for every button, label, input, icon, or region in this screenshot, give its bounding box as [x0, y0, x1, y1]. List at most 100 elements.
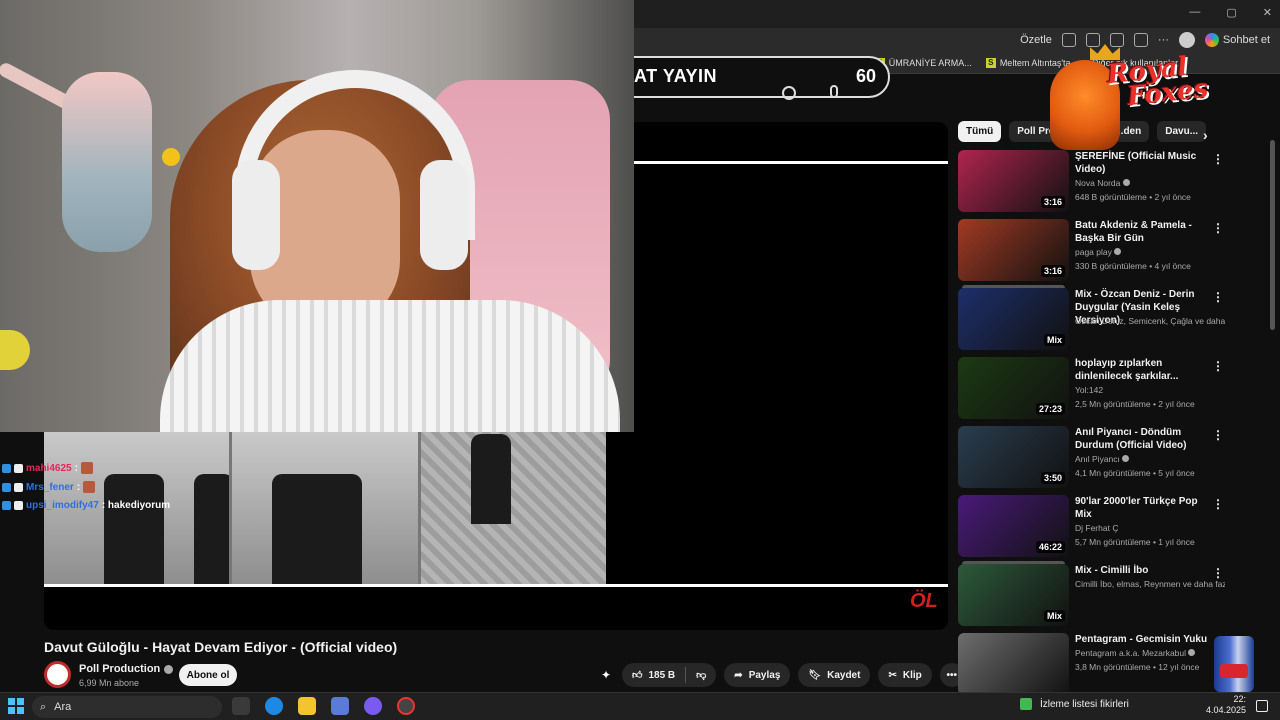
webcam-overlay [0, 0, 634, 432]
like-dislike-group: 👍︎ 185 B 👎︎ [622, 663, 717, 687]
video-thumbnail[interactable]: 46:22 [958, 495, 1069, 557]
recommendation-channel[interactable]: Anıl Piyancı [1075, 454, 1225, 464]
kebab-menu-icon[interactable]: ⋮ [1212, 152, 1224, 166]
recommendation-channel[interactable]: Pentagram a.k.a. Mezarkabul [1075, 648, 1225, 658]
video-thumbnail[interactable]: 3:16 [958, 150, 1069, 212]
recommendation-meta: 2,5 Mn görüntüleme • 2 yıl önce [1075, 399, 1195, 409]
filter-chip[interactable]: Davu... [1157, 121, 1207, 142]
tray-label[interactable]: İzleme listesi fikirleri [1040, 699, 1129, 710]
video-thumbnail[interactable] [958, 633, 1069, 695]
more-menu-icon[interactable]: ··· [1158, 34, 1169, 46]
edge-icon[interactable] [265, 697, 283, 715]
verified-icon [164, 664, 174, 674]
recommendation-item[interactable]: Mix Mix - Özcan Deniz - Derin Duygular (Y… [958, 285, 1228, 352]
video-thumbnail[interactable]: Mix [958, 564, 1069, 626]
recommendation-item[interactable]: 27:23 hoplayıp zıplarken dinlenilecek şar… [958, 357, 1228, 421]
window-controls: — ▢ ✕ [1189, 6, 1272, 19]
system-tray: İzleme listesi fikirleri [1020, 698, 1129, 710]
subscribe-button[interactable]: Abone ol [179, 664, 237, 686]
recommendation-channel[interactable]: Cimilli İbo, elmas, Reynmen ve daha fazl… [1075, 579, 1225, 589]
recommendation-channel[interactable]: Dj Ferhat Ç [1075, 523, 1225, 533]
video-thumbnail[interactable]: 3:16 [958, 219, 1069, 281]
clip-button[interactable]: ✂ Klip [878, 663, 932, 687]
recommendation-title[interactable]: Mix - Cimilli İbo [1075, 564, 1215, 577]
channel-name-text[interactable]: Poll Production [79, 663, 160, 675]
kebab-menu-icon[interactable]: ⋮ [1212, 566, 1224, 580]
tab-icon[interactable] [1061, 33, 1076, 47]
channel-avatar[interactable] [44, 661, 71, 688]
search-query[interactable]: AT YAYIN [634, 66, 717, 87]
recommendation-meta: 330 B görüntüleme • 4 yıl önce [1075, 261, 1191, 271]
obs-icon[interactable] [397, 697, 415, 715]
filter-chip[interactable]: Tümü [958, 121, 1002, 142]
chat-message: upsi_imodify47: hakediyorum [2, 500, 170, 511]
recommendation-channel[interactable]: Nova Norda [1075, 178, 1225, 188]
clock[interactable]: 22: 4.04.2025 [1206, 694, 1246, 716]
badge-icon [14, 463, 23, 473]
windows-start-icon[interactable] [8, 698, 24, 714]
recommendation-item[interactable]: Pentagram - Gecmisin Yuku Pentagram a.k.a… [958, 633, 1228, 697]
chat-username[interactable]: mahi4625 [26, 463, 72, 474]
notification-icon[interactable] [1256, 700, 1268, 712]
video-actions: ✦ 👍︎ 185 B 👎︎ ➦ Paylaş 🔖︎ Kaydet ✂ Klip … [598, 663, 964, 687]
recommendation-channel[interactable]: Özcan Deniz, Semicenk, Çağla ve daha fa.… [1075, 316, 1225, 326]
recommendation-item[interactable]: Mix Mix - Cimilli İbo Cimilli İbo, elmas, … [958, 561, 1228, 628]
recommendation-channel-text: paga play [1075, 247, 1112, 257]
close-button[interactable]: ✕ [1263, 6, 1272, 19]
kebab-menu-icon[interactable]: ⋮ [1212, 359, 1224, 373]
verified-icon [1188, 649, 1196, 656]
chat-button[interactable]: Sohbet et [1204, 33, 1270, 47]
file-explorer-icon[interactable] [298, 697, 316, 715]
recommendation-meta: 648 B görüntüleme • 2 yıl önce [1075, 192, 1191, 202]
share-button[interactable]: ➦ Paylaş [724, 663, 791, 687]
recommendation-item[interactable]: 3:16 ŞEREFİNE (Official Music Video) Nova … [958, 150, 1228, 214]
discord-icon[interactable] [364, 697, 382, 715]
chat-username[interactable]: upsi_imodify47 [26, 500, 99, 511]
scrollbar[interactable] [1270, 140, 1275, 330]
recommendation-channel[interactable]: Yol:142 [1075, 385, 1225, 395]
video-thumbnail[interactable]: 27:23 [958, 357, 1069, 419]
chevron-right-icon[interactable]: › [1203, 127, 1208, 143]
search-icon[interactable] [782, 86, 796, 100]
recommendation-channel-text: Özcan Deniz, Semicenk, Çağla ve daha fa.… [1075, 316, 1225, 326]
channel-watermark: ÖL [910, 590, 938, 612]
kebab-menu-icon[interactable]: ⋮ [1212, 428, 1224, 442]
recommendation-title[interactable]: Pentagram - Gecmisin Yuku [1075, 633, 1215, 646]
bookmark-item[interactable]: SÜMRANİYE ARMA... [874, 57, 972, 68]
extensions-icon[interactable] [1109, 33, 1124, 47]
ask-ai-icon[interactable]: ✦ [598, 667, 614, 683]
recommendation-title[interactable]: ŞEREFİNE (Official Music Video) [1075, 150, 1215, 176]
scene-panel [232, 432, 418, 584]
favorite-icon[interactable] [1085, 33, 1100, 47]
maximize-button[interactable]: ▢ [1226, 6, 1236, 19]
watchlist-icon[interactable] [1020, 698, 1032, 710]
task-view-icon[interactable] [232, 697, 250, 715]
chat-text: : [74, 462, 78, 474]
recommendation-item[interactable]: 3:16 Batu Akdeniz & Pamela - Başka Bir Gü… [958, 219, 1228, 283]
thumbs-down-icon: 👎︎ [696, 670, 707, 681]
minimize-button[interactable]: — [1189, 6, 1200, 19]
kebab-menu-icon[interactable]: ⋮ [1212, 221, 1224, 235]
recommendation-item[interactable]: 46:22 90'lar 2000'ler Türkçe Pop Mix Dj Fe… [958, 495, 1228, 559]
save-button[interactable]: 🔖︎ Kaydet [798, 663, 871, 687]
profile-avatar[interactable] [1178, 32, 1195, 48]
video-thumbnail[interactable]: Mix [958, 288, 1069, 350]
dislike-button[interactable]: 👎︎ [686, 663, 716, 687]
app-icon[interactable] [331, 697, 349, 715]
recommendation-title[interactable]: Anıl Piyancı - Döndüm Durdum (Official V… [1075, 426, 1215, 452]
favorites-icon[interactable] [1133, 33, 1148, 47]
recommendation-channel[interactable]: paga play [1075, 247, 1225, 257]
recommendation-title[interactable]: 90'lar 2000'ler Türkçe Pop Mix [1075, 495, 1215, 521]
summarize-button[interactable]: Özetle [1020, 34, 1052, 46]
channel-name[interactable]: Poll Production [79, 663, 174, 675]
like-button[interactable]: 👍︎ 185 B [622, 663, 685, 687]
chat-username[interactable]: Mrs_fener [26, 482, 74, 493]
video-thumbnail[interactable]: 3:50 [958, 426, 1069, 488]
taskbar-search[interactable]: ⌕ Ara [32, 696, 222, 718]
microphone-icon[interactable] [830, 85, 838, 98]
kebab-menu-icon[interactable]: ⋮ [1212, 497, 1224, 511]
recommendation-title[interactable]: Batu Akdeniz & Pamela - Başka Bir Gün [1075, 219, 1215, 245]
recommendation-item[interactable]: 3:50 Anıl Piyancı - Döndüm Durdum (Offici… [958, 426, 1228, 490]
recommendation-title[interactable]: hoplayıp zıplarken dinlenilecek şarkılar… [1075, 357, 1215, 383]
kebab-menu-icon[interactable]: ⋮ [1212, 290, 1224, 304]
